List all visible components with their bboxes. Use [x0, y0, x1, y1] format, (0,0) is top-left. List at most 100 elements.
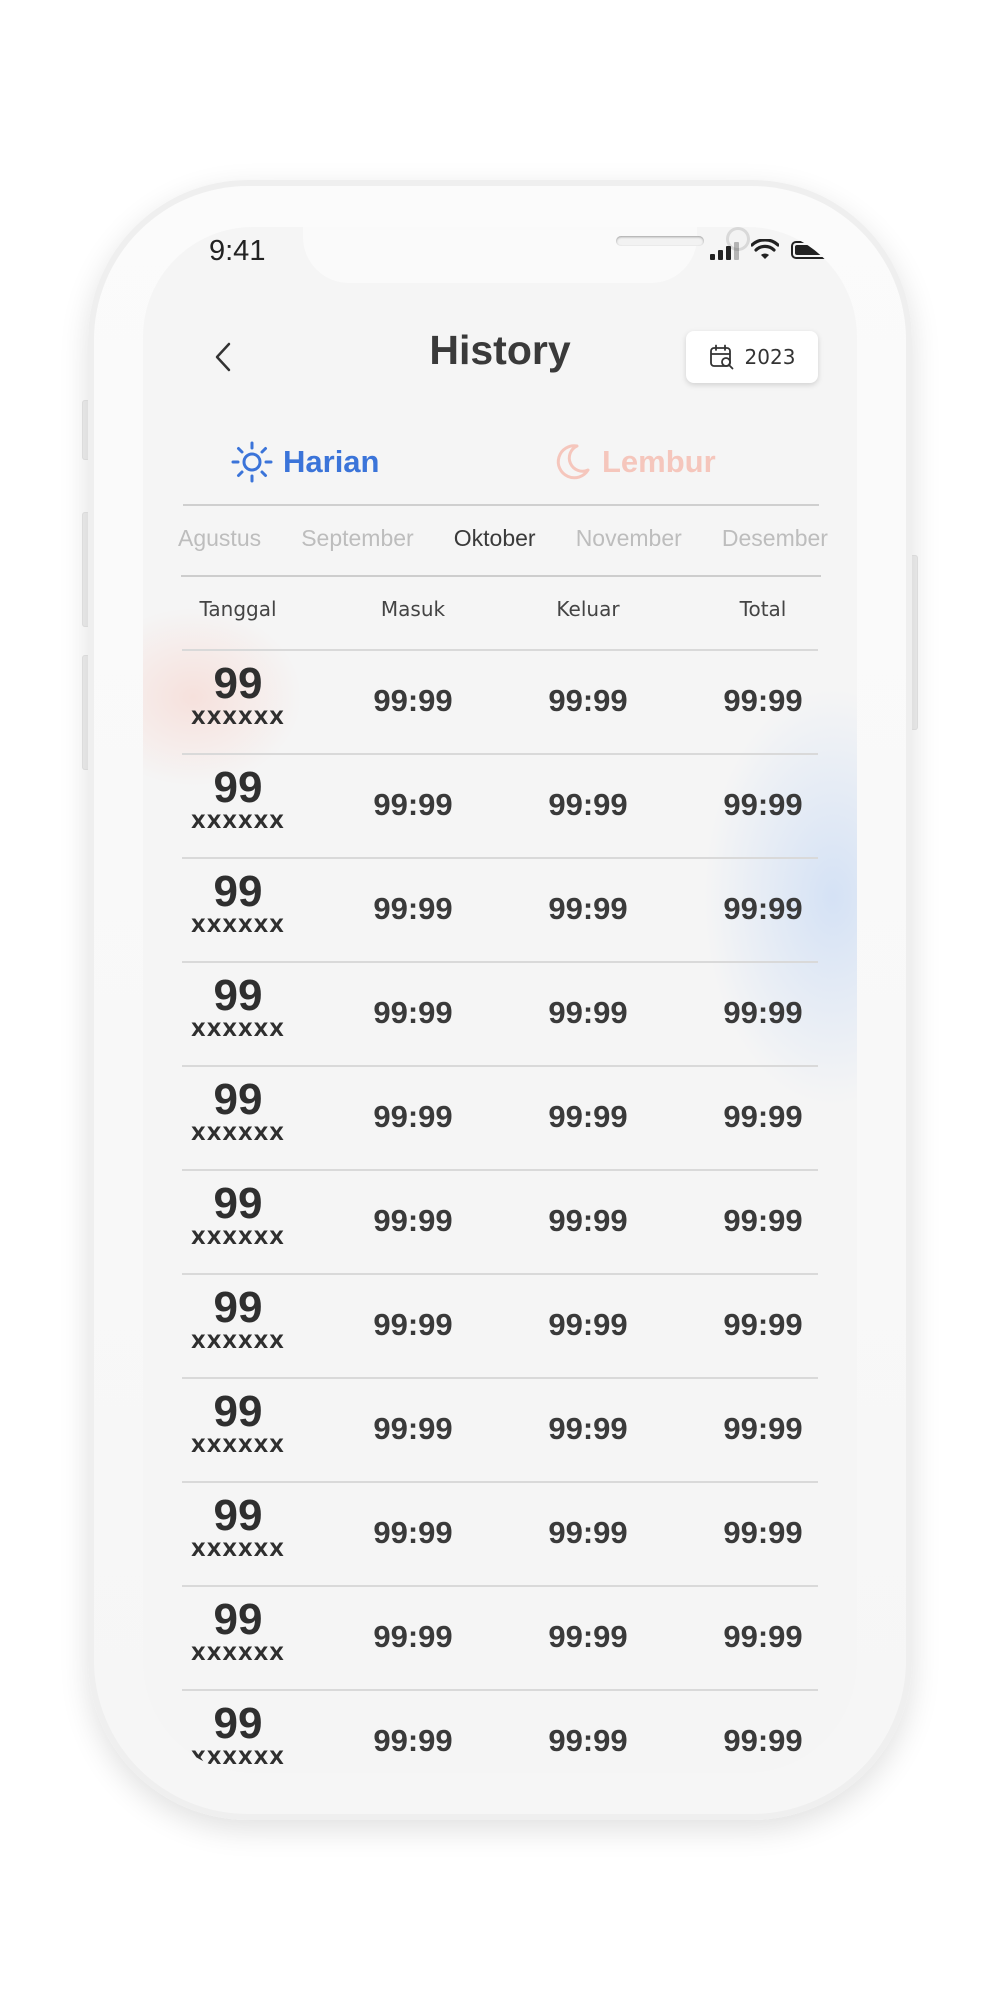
- date-day: 99: [213, 1699, 263, 1748]
- keluar-cell: 99:99: [548, 995, 628, 1030]
- total-cell: 99:99: [723, 683, 803, 718]
- column-total: Total: [739, 597, 787, 621]
- date-cell: 99 XXXXXX: [191, 1387, 285, 1458]
- month-september[interactable]: September: [301, 525, 414, 552]
- date-cell: 99 XXXXXX: [191, 1595, 285, 1666]
- month-oktober[interactable]: Oktober: [454, 525, 536, 552]
- tabs-divider: [183, 504, 819, 506]
- total-cell: 99:99: [723, 995, 803, 1030]
- date-day: 99: [213, 971, 263, 1020]
- months-divider: [181, 575, 821, 577]
- total-cell: 99:99: [723, 787, 803, 822]
- date-cell: 99 XXXXXX: [191, 763, 285, 834]
- date-subtext: XXXXXX: [191, 1331, 285, 1353]
- keluar-cell: 99:99: [548, 1099, 628, 1134]
- table-row[interactable]: 99 XXXXXX 99:99 99:99 99:99: [143, 753, 857, 857]
- speaker-grille: [616, 236, 704, 246]
- date-day: 99: [213, 659, 263, 708]
- date-subtext: XXXXXX: [191, 811, 285, 833]
- date-cell: 99 XXXXXX: [191, 1075, 285, 1146]
- total-cell: 99:99: [723, 1515, 803, 1550]
- total-cell: 99:99: [723, 1619, 803, 1654]
- table-row[interactable]: 99 XXXXXX 99:99 99:99 99:99: [143, 1065, 857, 1169]
- date-day: 99: [213, 763, 263, 812]
- notch: [303, 227, 750, 283]
- keluar-cell: 99:99: [548, 1723, 628, 1758]
- table-row[interactable]: 99 XXXXXX 99:99 99:99 99:99: [143, 857, 857, 961]
- keluar-cell: 99:99: [548, 1411, 628, 1446]
- table-row[interactable]: 99 XXXXXX 99:99 99:99 99:99: [143, 1585, 857, 1689]
- total-cell: 99:99: [723, 1307, 803, 1342]
- date-cell: 99 XXXXXX: [191, 1491, 285, 1562]
- month-desember[interactable]: Desember: [722, 525, 828, 552]
- masuk-cell: 99:99: [373, 995, 453, 1030]
- status-icons: [710, 239, 834, 261]
- date-cell: 99 XXXXXX: [191, 1283, 285, 1354]
- keluar-cell: 99:99: [548, 1203, 628, 1238]
- battery-icon: [791, 241, 834, 259]
- sun-icon: [231, 441, 273, 483]
- app-screen: 9:41 History 2023 Harian Lembur Agustus …: [143, 227, 857, 1773]
- calendar-search-icon: [709, 344, 733, 370]
- date-subtext: XXXXXX: [191, 1643, 285, 1665]
- tab-lembur-label: Lembur: [602, 444, 716, 479]
- table-row[interactable]: 99 XXXXXX 99:99 99:99 99:99: [143, 1377, 857, 1481]
- masuk-cell: 99:99: [373, 1099, 453, 1134]
- date-day: 99: [213, 1075, 263, 1124]
- table-row[interactable]: 99 XXXXXX 99:99 99:99 99:99: [143, 1481, 857, 1585]
- date-day: 99: [213, 1283, 263, 1332]
- column-tanggal: Tanggal: [199, 597, 277, 621]
- date-cell: 99 XXXXXX: [191, 867, 285, 938]
- masuk-cell: 99:99: [373, 1203, 453, 1238]
- total-cell: 99:99: [723, 1723, 803, 1758]
- column-masuk: Masuk: [380, 597, 446, 621]
- date-subtext: XXXXXX: [191, 1747, 285, 1769]
- date-day: 99: [213, 1387, 263, 1436]
- keluar-cell: 99:99: [548, 787, 628, 822]
- table-row[interactable]: 99 XXXXXX 99:99 99:99 99:99: [143, 1689, 857, 1773]
- date-day: 99: [213, 1595, 263, 1644]
- date-day: 99: [213, 867, 263, 916]
- wifi-icon: [751, 239, 779, 259]
- masuk-cell: 99:99: [373, 1723, 453, 1758]
- date-subtext: XXXXXX: [191, 915, 285, 937]
- keluar-cell: 99:99: [548, 1307, 628, 1342]
- table-row[interactable]: 99 XXXXXX 99:99 99:99 99:99: [143, 1273, 857, 1377]
- month-agustus[interactable]: Agustus: [178, 525, 261, 552]
- keluar-cell: 99:99: [548, 1619, 628, 1654]
- date-subtext: XXXXXX: [191, 707, 285, 729]
- history-table-body: 99 XXXXXX 99:99 99:99 99:99 99 XXXXXX 99:9…: [143, 649, 857, 1773]
- year-picker-button[interactable]: 2023: [686, 331, 818, 383]
- tab-harian[interactable]: Harian: [231, 437, 379, 487]
- masuk-cell: 99:99: [373, 1619, 453, 1654]
- masuk-cell: 99:99: [373, 891, 453, 926]
- total-cell: 99:99: [723, 1099, 803, 1134]
- total-cell: 99:99: [723, 1411, 803, 1446]
- tab-lembur[interactable]: Lembur: [552, 437, 716, 487]
- date-cell: 99 XXXXXX: [191, 659, 285, 730]
- month-november[interactable]: November: [576, 525, 682, 552]
- tab-harian-label: Harian: [283, 444, 380, 479]
- date-subtext: XXXXXX: [191, 1539, 285, 1561]
- column-keluar: Keluar: [556, 597, 620, 621]
- month-selector: Agustus September Oktober November Desem…: [178, 519, 828, 557]
- total-cell: 99:99: [723, 1203, 803, 1238]
- status-time: 9:41: [209, 235, 266, 267]
- table-row[interactable]: 99 XXXXXX 99:99 99:99 99:99: [143, 1169, 857, 1273]
- date-cell: 99 XXXXXX: [191, 1699, 285, 1770]
- date-cell: 99 XXXXXX: [191, 971, 285, 1042]
- table-header: Tanggal Masuk Keluar Total: [143, 597, 857, 637]
- keluar-cell: 99:99: [548, 1515, 628, 1550]
- table-row[interactable]: 99 XXXXXX 99:99 99:99 99:99: [143, 649, 857, 753]
- date-subtext: XXXXXX: [191, 1435, 285, 1457]
- moon-icon: [556, 444, 590, 480]
- masuk-cell: 99:99: [373, 1411, 453, 1446]
- keluar-cell: 99:99: [548, 891, 628, 926]
- date-day: 99: [213, 1491, 263, 1540]
- year-label: 2023: [744, 345, 796, 369]
- date-subtext: XXXXXX: [191, 1227, 285, 1249]
- masuk-cell: 99:99: [373, 683, 453, 718]
- table-row[interactable]: 99 XXXXXX 99:99 99:99 99:99: [143, 961, 857, 1065]
- date-subtext: XXXXXX: [191, 1123, 285, 1145]
- date-day: 99: [213, 1179, 263, 1228]
